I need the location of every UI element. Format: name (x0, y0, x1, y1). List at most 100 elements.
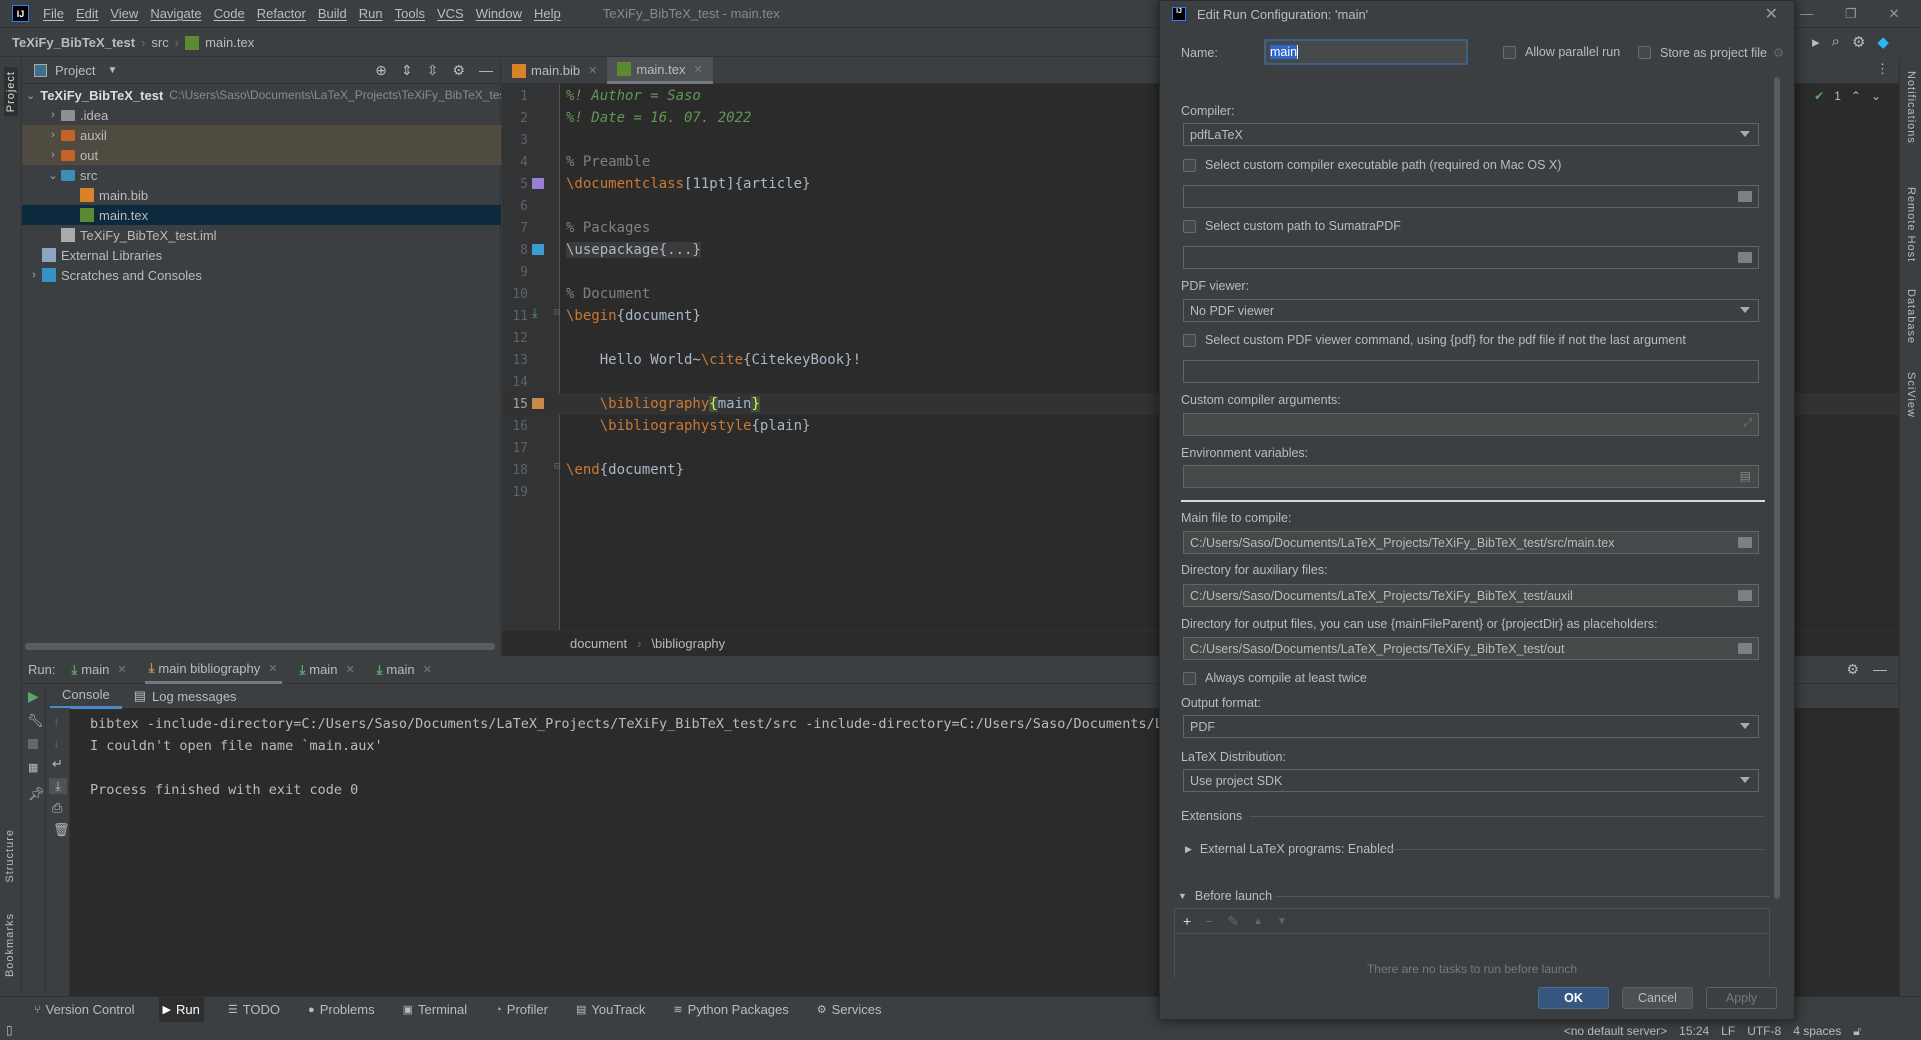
custom-compiler-path-checkbox[interactable]: Select custom compiler executable path (… (1183, 158, 1561, 172)
menu-vcs[interactable]: VCS (437, 6, 464, 21)
minimize-icon[interactable]: — (1800, 6, 1813, 22)
more-tabs-icon[interactable]: ⋮ (1876, 61, 1889, 77)
previous-highlight-icon[interactable]: ⌃ (1851, 89, 1861, 103)
tool-youtrack[interactable]: ▤ YouTrack (572, 997, 649, 1023)
tool-todo[interactable]: ☰ TODO (224, 997, 284, 1023)
menu-code[interactable]: Code (214, 6, 245, 21)
tree-item[interactable]: main.tex (22, 205, 501, 225)
add-icon[interactable]: + (1183, 913, 1191, 929)
tree-item[interactable]: ⌄ src (22, 165, 501, 185)
edit-icon[interactable]: ✎ (1227, 913, 1239, 930)
close-icon[interactable]: ✕ (423, 663, 432, 676)
status-item[interactable]: LF (1721, 1024, 1735, 1038)
nav-crumb-project[interactable]: TeXiFy_BibTeX_test (12, 35, 135, 50)
close-icon[interactable]: ✕ (588, 64, 597, 77)
hide-icon[interactable]: — (1873, 661, 1887, 678)
dialog-scrollbar[interactable] (1774, 77, 1780, 899)
database-tool-button[interactable]: Database (1905, 289, 1917, 344)
gutter-marker-icon[interactable] (532, 244, 544, 255)
output-directory-input[interactable]: C:/Users/Saso/Documents/LaTeX_Projects/T… (1183, 637, 1759, 660)
tree-item[interactable]: External Libraries (22, 245, 501, 265)
tool-terminal[interactable]: ▣ Terminal (399, 997, 472, 1023)
custom-compiler-path-input[interactable] (1183, 185, 1759, 208)
project-tool-button[interactable]: Project (4, 67, 18, 117)
run-tab[interactable]: ⤓ main ✕ (373, 656, 436, 684)
tool-run[interactable]: ▶ Run (158, 996, 204, 1023)
external-programs-toggle[interactable]: ▶ External LaTeX programs: Enabled (1185, 842, 1394, 856)
expand-icon[interactable]: ⤢ (1743, 417, 1752, 430)
close-icon[interactable]: ✕ (268, 662, 277, 675)
tab-main-bib[interactable]: main.bib ✕ (502, 57, 607, 84)
chevron-down-icon[interactable]: ⌄ (45, 169, 61, 182)
name-input[interactable]: main (1264, 39, 1468, 65)
close-window-icon[interactable]: ✕ (1889, 6, 1900, 22)
custom-viewer-input[interactable] (1183, 360, 1759, 383)
main-file-input[interactable]: C:/Users/Saso/Documents/LaTeX_Projects/T… (1183, 531, 1759, 554)
tool-python-packages[interactable]: ≋ Python Packages (669, 997, 792, 1023)
aux-directory-input[interactable]: C:/Users/Saso/Documents/LaTeX_Projects/T… (1183, 584, 1759, 607)
nav-crumb-src[interactable]: src (151, 35, 168, 50)
run-gutter-icon[interactable]: ⤓ (532, 306, 538, 321)
before-launch-toggle[interactable]: ▼ Before launch (1178, 889, 1272, 903)
close-icon[interactable]: ✕ (117, 663, 126, 676)
allow-parallel-run-checkbox[interactable]: Allow parallel run (1503, 45, 1620, 59)
gear-icon[interactable]: ⚙ (1846, 661, 1859, 678)
close-icon[interactable]: ✕ (345, 663, 354, 676)
breadcrumb-document[interactable]: document (570, 636, 627, 651)
tab-main-tex[interactable]: main.tex ✕ (607, 57, 713, 84)
inspection-widget[interactable]: ✔ 1 ⌃ ⌄ (1814, 89, 1881, 103)
compiler-dropdown[interactable]: pdfLaTeX (1183, 123, 1759, 146)
expand-all-icon[interactable]: ⇕ (401, 62, 413, 79)
status-item[interactable]: 4 spaces (1793, 1024, 1841, 1038)
fold-icon[interactable]: ⊟ (554, 307, 560, 318)
run-tab[interactable]: ⤓ main ✕ (67, 656, 130, 684)
chevron-down-icon[interactable]: ▼ (107, 65, 117, 76)
latex-distribution-dropdown[interactable]: Use project SDK (1183, 769, 1759, 792)
custom-viewer-checkbox[interactable]: Select custom PDF viewer command, using … (1183, 333, 1686, 347)
breadcrumb-bibliography[interactable]: \bibliography (651, 636, 725, 651)
project-view-selector[interactable]: Project (55, 63, 95, 78)
gear-icon[interactable]: ⚙ (1852, 33, 1865, 51)
folder-icon[interactable] (1738, 191, 1752, 202)
menu-help[interactable]: Help (534, 6, 561, 21)
status-item[interactable]: UTF-8 (1747, 1024, 1781, 1038)
menu-navigate[interactable]: Navigate (150, 6, 201, 21)
chevron-right-icon[interactable]: › (45, 109, 61, 121)
tab-log-messages[interactable]: Log messages (152, 689, 237, 704)
structure-tool-button[interactable]: Structure (4, 829, 16, 883)
cancel-button[interactable]: Cancel (1622, 987, 1693, 1009)
chevron-right-icon[interactable]: › (45, 129, 61, 141)
output-format-dropdown[interactable]: PDF (1183, 715, 1759, 738)
layout-toggle-icon[interactable]: ▯ (6, 1023, 13, 1037)
gutter-marker-icon[interactable] (532, 178, 544, 189)
gear-icon[interactable]: ⚙ (452, 62, 465, 79)
locate-icon[interactable]: ⊕ (375, 62, 387, 79)
menu-window[interactable]: Window (476, 6, 522, 21)
next-highlight-icon[interactable]: ⌄ (1871, 89, 1881, 103)
lock-icon[interactable]: 🔓︎ (1853, 1024, 1861, 1039)
run-tab[interactable]: ⤓ main bibliography ✕ (144, 656, 282, 684)
tool-problems[interactable]: ● Problems (304, 997, 379, 1023)
folder-icon[interactable] (1738, 537, 1752, 548)
close-icon[interactable]: ✕ (694, 63, 703, 76)
folder-icon[interactable] (1738, 590, 1752, 601)
menu-refactor[interactable]: Refactor (257, 6, 306, 21)
tree-item[interactable]: › .idea (22, 105, 501, 125)
tool-profiler[interactable]: ◔ Profiler (491, 997, 552, 1023)
sumatra-path-checkbox[interactable]: Select custom path to SumatraPDF (1183, 219, 1401, 233)
run-anything-icon[interactable]: ▸ (1812, 33, 1820, 51)
tree-item[interactable]: TeXiFy_BibTeX_test.iml (22, 225, 501, 245)
bookmarks-tool-button[interactable]: Bookmarks (4, 913, 16, 977)
chevron-right-icon[interactable]: › (26, 269, 42, 281)
menu-file[interactable]: File (43, 6, 64, 21)
move-up-icon[interactable]: ▲ (1253, 916, 1263, 927)
move-down-icon[interactable]: ▼ (1277, 916, 1287, 927)
menu-edit[interactable]: Edit (76, 6, 98, 21)
gutter-marker-icon[interactable] (532, 398, 544, 409)
folder-icon[interactable] (1738, 252, 1752, 263)
sumatra-path-input[interactable] (1183, 246, 1759, 269)
folder-icon[interactable] (1738, 643, 1752, 654)
notifications-tool-button[interactable]: Notifications (1905, 71, 1917, 144)
tool-services[interactable]: ⚙ Services (813, 997, 886, 1023)
tree-item[interactable]: ⌄ TeXiFy_BibTeX_test C:\Users\Saso\Documen… (22, 85, 501, 105)
